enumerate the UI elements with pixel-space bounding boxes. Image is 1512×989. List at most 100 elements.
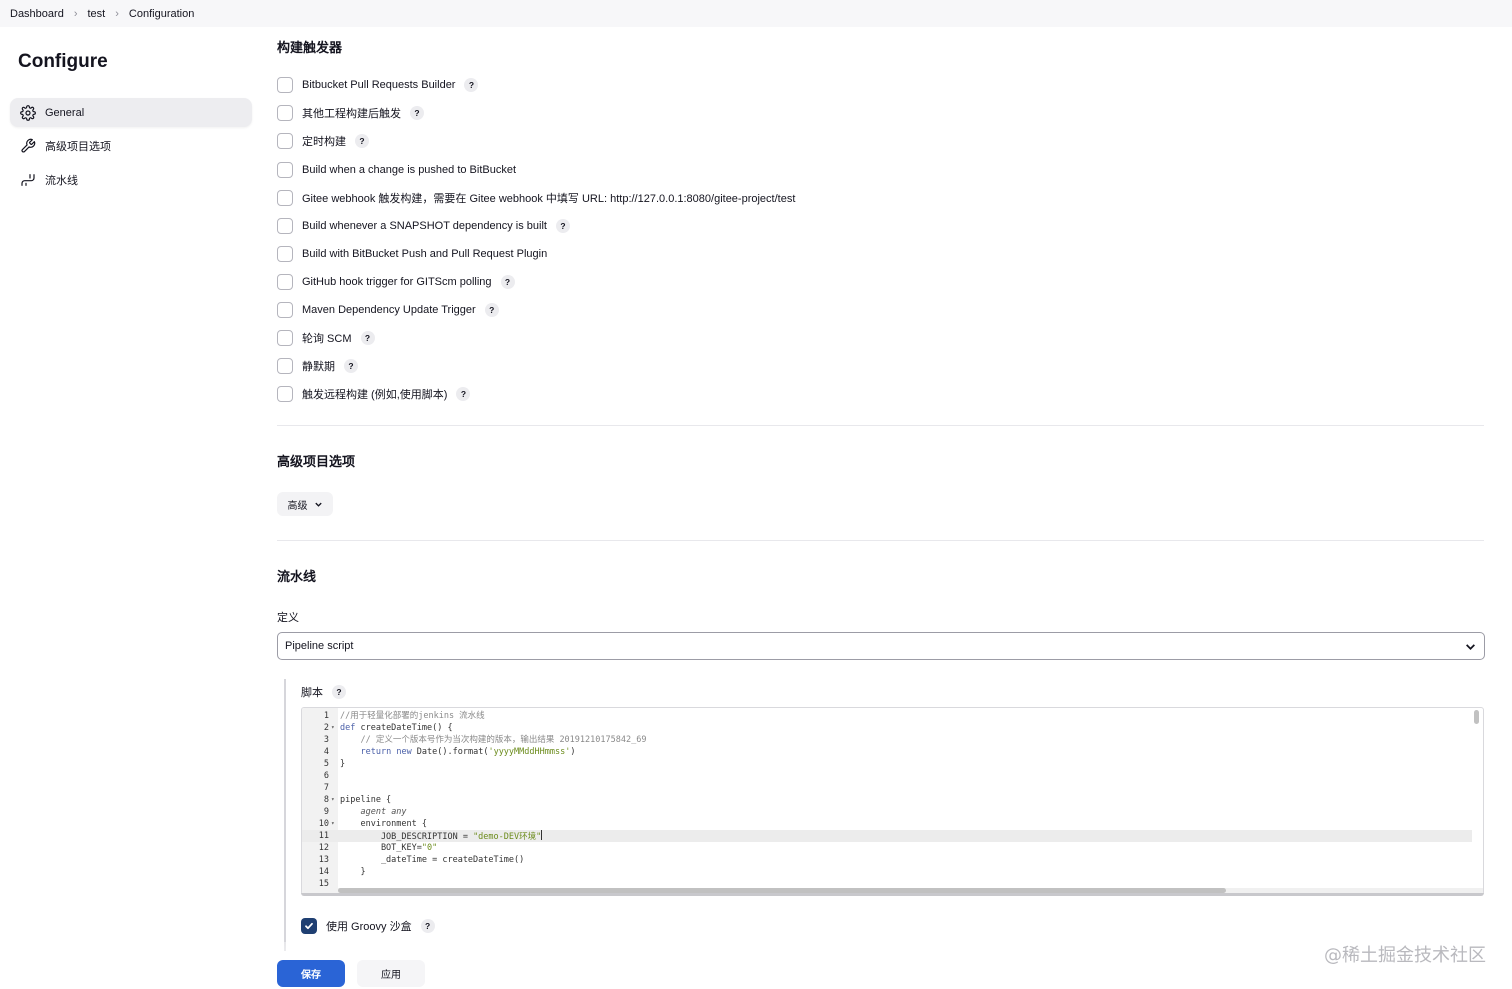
help-icon[interactable]: ? [410,106,424,120]
sidebar-item-general[interactable]: General [10,98,252,127]
divider [277,425,1484,426]
help-icon[interactable]: ? [355,134,369,148]
apply-button[interactable]: 应用 [357,960,425,987]
code-line[interactable]: 13 _dateTime = createDateTime() [302,854,1472,866]
sidebar-item-label: General [45,106,85,119]
trigger-option[interactable]: GitHub hook trigger for GITScm polling ? [277,273,515,291]
fold-arrow-icon[interactable]: ▾ [331,722,335,734]
trigger-option[interactable]: Maven Dependency Update Trigger ? [277,301,499,319]
help-icon[interactable]: ? [464,78,479,92]
editor-bottom-border [301,893,1484,896]
checkbox[interactable] [277,386,293,402]
trigger-option[interactable]: 轮询 SCM ? [277,329,375,347]
definition-select-value: Pipeline script [285,640,354,652]
checkbox[interactable] [277,246,293,262]
breadcrumb-dashboard[interactable]: Dashboard [10,8,64,20]
code-text: environment { [340,819,427,829]
script-editor[interactable]: 1//用于轻量化部署的jenkins 流水线 2 ▾ def createDateTi… [301,707,1484,895]
breadcrumb-test[interactable]: test [88,8,106,20]
trigger-label: GitHub hook trigger for GITScm polling [302,276,492,288]
divider [277,540,1484,541]
groovy-sandbox-option[interactable]: 使用 Groovy 沙盒 ? [301,918,435,934]
checkbox[interactable] [277,218,293,234]
line-number: 9 [323,807,329,817]
help-icon[interactable]: ? [556,219,570,233]
trigger-option[interactable]: Build with BitBucket Push and Pull Reque… [277,245,547,263]
help-icon[interactable]: ? [456,387,471,401]
trigger-label: 触发远程构建 (例如,使用脚本) [302,389,448,401]
code-line[interactable]: 14 } [302,866,1472,878]
trigger-option[interactable]: 触发远程构建 (例如,使用脚本) ? [277,385,471,403]
code-text: } [340,867,366,877]
code-line[interactable]: 3 // 定义一个版本号作为当次构建的版本，输出结果 2019121017584… [302,734,1472,746]
breadcrumb-configuration[interactable]: Configuration [129,8,194,20]
code-line[interactable]: 7 [302,782,1472,794]
line-number: 13 [318,855,329,865]
code-line[interactable]: 9 agent any [302,806,1472,818]
code-line[interactable]: 4 return new Date().format('yyyyMMddHHmm… [302,746,1472,758]
trigger-option[interactable]: 其他工程构建后触发 ? [277,104,424,122]
trigger-label: Maven Dependency Update Trigger [302,304,476,316]
trigger-option[interactable]: 定时构建 ? [277,132,369,150]
fold-arrow-icon[interactable]: ▾ [331,818,335,830]
definition-select[interactable]: Pipeline script [277,632,1485,660]
checkbox-checked[interactable] [301,918,317,934]
code-text: def createDateTime() { [340,723,453,733]
checkbox[interactable] [277,190,293,206]
nested-indicator [284,679,286,951]
checkbox[interactable] [277,105,293,121]
help-icon[interactable]: ? [332,685,346,699]
trigger-label: 轮询 SCM [302,333,352,345]
line-number: 11 [318,831,329,841]
help-icon[interactable]: ? [420,919,435,933]
checkbox[interactable] [277,77,293,93]
checkbox[interactable] [277,162,293,178]
trigger-option[interactable]: 静默期 ? [277,357,358,375]
sidebar-item-pipeline[interactable]: 流水线 [10,165,252,194]
save-button[interactable]: 保存 [277,960,345,987]
trigger-label: Build with BitBucket Push and Pull Reque… [302,248,548,260]
definition-label: 定义 [277,612,299,624]
section-title-triggers: 构建触发器 [277,40,343,55]
line-number: 7 [323,783,329,793]
checkbox[interactable] [277,302,293,318]
code-line[interactable]: 1 //用于轻量化部署的jenkins 流水线 [302,710,1472,722]
checkbox[interactable] [277,330,293,346]
vertical-scrollbar[interactable] [1474,710,1479,724]
sidebar: Configure General 高级项目选项 流水线 [0,27,262,989]
help-icon[interactable]: ? [344,359,358,373]
code-line[interactable]: 10 ▾ environment { [302,818,1472,830]
code-line[interactable]: 12 BOT_KEY="0" [302,842,1472,854]
line-number: 15 [318,879,329,889]
checkbox[interactable] [277,274,293,290]
line-number: 10 [318,819,329,829]
help-icon[interactable]: ? [484,303,499,317]
fold-arrow-icon[interactable]: ▾ [331,794,335,806]
checkmark-icon [305,922,313,930]
code-line[interactable]: 11 JOB_DESCRIPTION = "demo-DEV环境" [302,830,1472,842]
code-line[interactable]: 2 ▾ def createDateTime() { [302,722,1472,734]
advanced-button[interactable]: 高级 [277,492,333,516]
trigger-option[interactable]: Bitbucket Pull Requests Builder ? [277,76,479,94]
trigger-option[interactable]: Build when a change is pushed to BitBuck… [277,161,516,179]
checkbox[interactable] [277,358,293,374]
trigger-option[interactable]: Build whenever a SNAPSHOT dependency is … [277,217,570,235]
help-icon[interactable]: ? [500,275,515,289]
trigger-label: Build when a change is pushed to BitBuck… [302,164,517,176]
help-icon[interactable]: ? [360,331,375,345]
code-line[interactable]: 5} [302,758,1472,770]
script-label-row: 脚本 ? [301,684,346,700]
section-title-advanced: 高级项目选项 [277,454,356,469]
code-text: _dateTime = createDateTime() [340,855,525,865]
watermark: @稀土掘金技术社区 [1324,945,1486,966]
checkbox[interactable] [277,133,293,149]
chevron-down-icon [1466,644,1475,650]
code-line[interactable]: 8 ▾ pipeline { [302,794,1472,806]
trigger-option[interactable]: Gitee webhook 触发构建，需要在 Gitee webhook 中填写… [277,189,795,207]
pipeline-icon [21,173,35,186]
page-title: Configure [18,51,108,72]
sidebar-item-advanced[interactable]: 高级项目选项 [10,131,252,160]
code-line[interactable]: 6 [302,770,1472,782]
trigger-label: Build whenever a SNAPSHOT dependency is … [302,220,547,232]
line-number: 12 [318,843,329,853]
